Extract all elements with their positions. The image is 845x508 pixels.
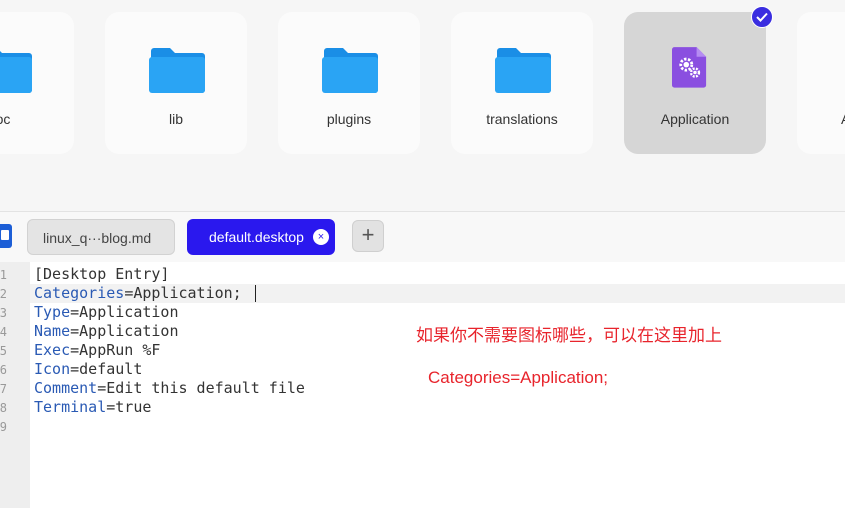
tab-label: linux_q···blog.md <box>43 230 152 246</box>
file-item-application[interactable]: Application <box>624 12 766 154</box>
code-line[interactable]: Type=Application <box>34 303 179 322</box>
line-number: 3 <box>0 306 7 320</box>
text-editor: linux_q···blog.md default.desktop × + 1 … <box>0 211 845 508</box>
file-item-lib[interactable]: lib <box>105 12 247 154</box>
line-number: 2 <box>0 287 7 301</box>
file-item-a[interactable]: A <box>797 12 845 154</box>
editor-app-icon[interactable] <box>0 224 12 248</box>
annotation-note: 如果你不需要图标哪些，可以在这里加上 <box>416 326 722 345</box>
tab-linux-blog[interactable]: linux_q···blog.md <box>27 219 175 255</box>
line-number-gutter: 1 2 3 4 5 6 7 8 9 <box>0 262 30 508</box>
tab-close-icon[interactable]: × <box>313 229 329 245</box>
code-line[interactable]: [Desktop Entry] <box>34 265 169 284</box>
file-item-label: plugins <box>326 111 372 127</box>
editor-tab-bar: linux_q···blog.md default.desktop × + <box>0 212 845 262</box>
file-item-doc[interactable]: oc <box>0 12 74 154</box>
folder-icon <box>0 51 32 93</box>
tab-default-desktop[interactable]: default.desktop × <box>187 219 335 255</box>
folder-icon <box>322 48 378 93</box>
line-number: 1 <box>0 268 7 282</box>
file-item-label: Application <box>660 111 730 127</box>
code-line[interactable]: Terminal=true <box>34 398 151 417</box>
file-item-label: lib <box>168 111 183 127</box>
file-item-label: translations <box>486 111 558 127</box>
code-line[interactable]: Comment=Edit this default file <box>34 379 305 398</box>
code-line[interactable]: Categories=Application; <box>34 284 242 303</box>
code-line[interactable]: Name=Application <box>34 322 179 341</box>
line-number: 4 <box>0 325 7 339</box>
file-item-translations[interactable]: translations <box>451 12 593 154</box>
line-number: 5 <box>0 344 7 358</box>
file-item-label: oc <box>0 111 11 127</box>
line-number: 9 <box>0 420 7 434</box>
file-item-plugins[interactable]: plugins <box>278 12 420 154</box>
file-item-label: A <box>841 111 845 127</box>
folder-icon <box>149 48 205 93</box>
code-line[interactable]: Icon=default <box>34 360 142 379</box>
new-tab-button[interactable]: + <box>352 220 384 252</box>
line-number: 8 <box>0 401 7 415</box>
line-number: 6 <box>0 363 7 377</box>
tab-label: default.desktop <box>209 229 304 245</box>
application-settings-icon <box>672 47 707 88</box>
annotation-code: Categories=Application; <box>428 368 609 387</box>
file-grid: oc lib plugins translations <box>0 0 845 211</box>
code-line[interactable]: Exec=AppRun %F <box>34 341 160 360</box>
text-caret <box>255 285 256 302</box>
line-number: 7 <box>0 382 7 396</box>
selected-check-icon <box>751 6 773 28</box>
folder-icon <box>495 48 551 93</box>
